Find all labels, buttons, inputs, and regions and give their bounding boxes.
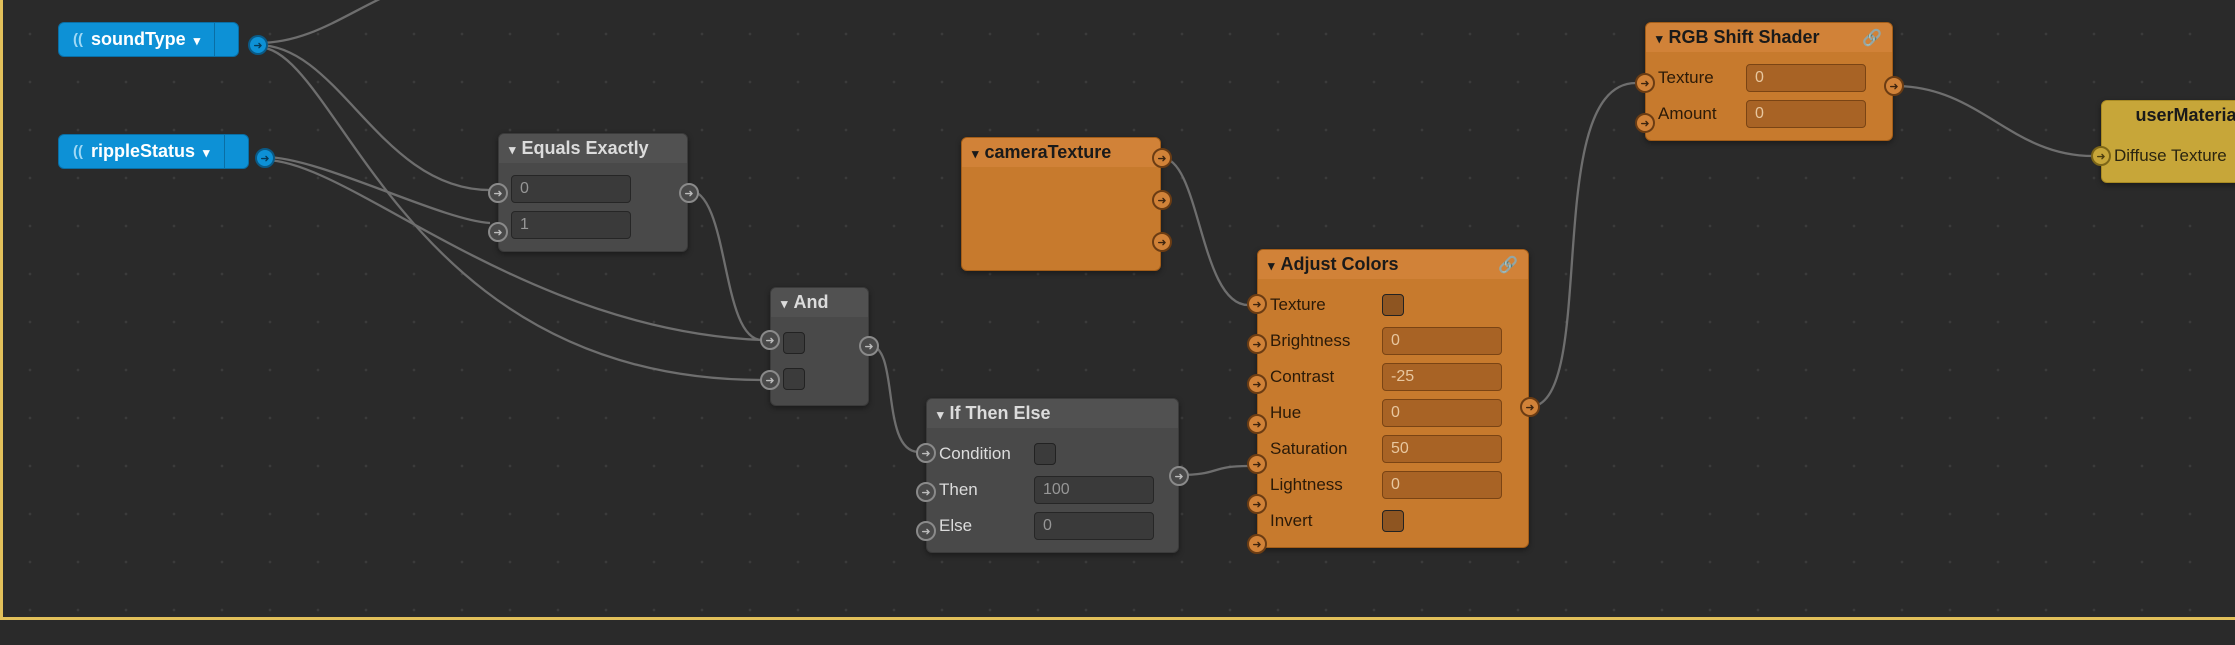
node-title: Equals Exactly xyxy=(522,138,649,159)
label-amount: Amount xyxy=(1658,104,1736,124)
variable-ripplestatus[interactable]: (( rippleStatus ▾ xyxy=(58,134,249,169)
node-adjust-colors[interactable]: ▾ Adjust Colors 🔗 Texture Brightness 0 Co… xyxy=(1257,249,1529,548)
rgb-amount-input[interactable]: 0 xyxy=(1746,100,1866,128)
lightness-input[interactable]: 0 xyxy=(1382,471,1502,499)
port-ripplestatus-out[interactable]: ➜ xyxy=(255,148,275,168)
texture-swatch[interactable] xyxy=(1382,294,1404,316)
label-texture: Texture xyxy=(1658,68,1736,88)
node-equals-exactly[interactable]: ▾ Equals Exactly 0 1 xyxy=(498,133,688,252)
node-title: userMaterial xyxy=(2135,105,2235,126)
node-camera-texture[interactable]: ▾ cameraTexture xyxy=(961,137,1161,271)
pill-output[interactable] xyxy=(224,135,248,168)
collapse-icon[interactable]: ▾ xyxy=(1656,31,1663,47)
label-saturation: Saturation xyxy=(1270,439,1372,459)
label-lightness: Lightness xyxy=(1270,475,1372,495)
collapse-icon[interactable]: ▾ xyxy=(509,142,516,158)
signal-icon: (( xyxy=(73,31,83,48)
pill-output[interactable] xyxy=(214,23,238,56)
condition-toggle[interactable] xyxy=(1034,443,1056,465)
then-input[interactable]: 100 xyxy=(1034,476,1154,504)
node-header[interactable]: ▾ cameraTexture xyxy=(962,138,1160,167)
node-header[interactable]: ▾ And xyxy=(771,288,868,317)
node-if-then-else[interactable]: ▾ If Then Else Condition Then 100 Else 0 xyxy=(926,398,1179,553)
chevron-down-icon: ▾ xyxy=(203,145,210,161)
node-and[interactable]: ▾ And xyxy=(770,287,869,406)
node-rgb-shift-shader[interactable]: ▾ RGB Shift Shader 🔗 Texture 0 Amount 0 xyxy=(1645,22,1893,141)
node-user-material[interactable]: userMaterial Diffuse Texture xyxy=(2101,100,2235,183)
brightness-input[interactable]: 0 xyxy=(1382,327,1502,355)
node-header[interactable]: ▾ Equals Exactly xyxy=(499,134,687,163)
signal-icon: (( xyxy=(73,143,83,160)
collapse-icon[interactable]: ▾ xyxy=(781,296,788,312)
label-condition: Condition xyxy=(939,444,1024,464)
invert-toggle[interactable] xyxy=(1382,510,1404,532)
label-else: Else xyxy=(939,516,1024,536)
label-then: Then xyxy=(939,480,1024,500)
variable-soundtype[interactable]: (( soundType ▾ xyxy=(58,22,239,57)
contrast-input[interactable]: -25 xyxy=(1382,363,1502,391)
variable-label: rippleStatus xyxy=(91,141,195,162)
node-header[interactable]: ▾ Adjust Colors 🔗 xyxy=(1258,250,1528,279)
label-texture: Texture xyxy=(1270,295,1372,315)
collapse-icon[interactable]: ▾ xyxy=(1268,258,1275,274)
equals-input-1[interactable]: 0 xyxy=(511,175,631,203)
node-header[interactable]: ▾ If Then Else xyxy=(927,399,1178,428)
node-header[interactable]: userMaterial xyxy=(2102,101,2235,130)
hue-input[interactable]: 0 xyxy=(1382,399,1502,427)
link-icon[interactable]: 🔗 xyxy=(1498,255,1518,275)
link-icon[interactable]: 🔗 xyxy=(1862,28,1882,48)
node-title: And xyxy=(794,292,829,313)
node-title: Adjust Colors xyxy=(1281,254,1399,275)
and-input-1[interactable] xyxy=(783,332,805,354)
label-diffuse: Diffuse Texture xyxy=(2114,146,2227,166)
node-header[interactable]: ▾ RGB Shift Shader 🔗 xyxy=(1646,23,1892,52)
else-input[interactable]: 0 xyxy=(1034,512,1154,540)
variable-label: soundType xyxy=(91,29,186,50)
node-title: If Then Else xyxy=(950,403,1051,424)
label-invert: Invert xyxy=(1270,511,1372,531)
node-title: cameraTexture xyxy=(985,142,1112,163)
saturation-input[interactable]: 50 xyxy=(1382,435,1502,463)
label-hue: Hue xyxy=(1270,403,1372,423)
collapse-icon[interactable]: ▾ xyxy=(972,146,979,162)
port-soundtype-out[interactable]: ➜ xyxy=(248,35,268,55)
label-contrast: Contrast xyxy=(1270,367,1372,387)
rgb-texture-input[interactable]: 0 xyxy=(1746,64,1866,92)
label-brightness: Brightness xyxy=(1270,331,1372,351)
and-input-2[interactable] xyxy=(783,368,805,390)
chevron-down-icon: ▾ xyxy=(194,33,201,49)
collapse-icon[interactable]: ▾ xyxy=(937,407,944,423)
equals-input-2[interactable]: 1 xyxy=(511,211,631,239)
node-title: RGB Shift Shader xyxy=(1669,27,1820,48)
